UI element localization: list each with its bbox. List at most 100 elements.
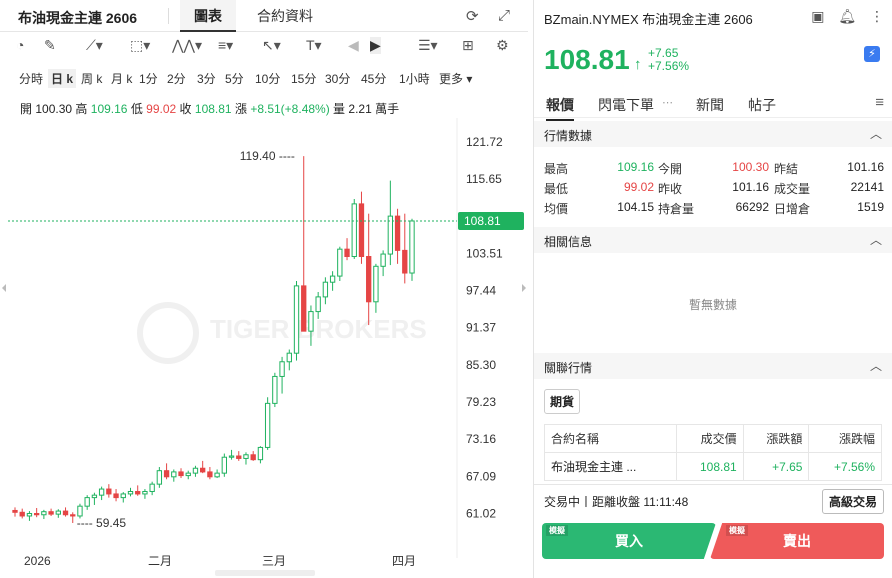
gauge-icon[interactable]: ◔ bbox=[16, 37, 24, 53]
volume-label: 量 bbox=[333, 102, 346, 116]
last-price: 108.81 bbox=[544, 44, 630, 75]
tab-chart[interactable]: 圖表 bbox=[180, 0, 236, 32]
period-option[interactable]: 1小時 bbox=[396, 69, 433, 88]
period-option[interactable]: 45分 bbox=[358, 69, 389, 88]
quote-value: 1519 bbox=[857, 200, 884, 214]
period-option[interactable]: 1分 bbox=[136, 69, 161, 88]
line-tool-icon[interactable]: ⟋▾ bbox=[86, 37, 103, 54]
scroll-left-icon[interactable]: ◀ bbox=[348, 37, 359, 54]
related-info-header[interactable]: 相關信息 ︿ bbox=[534, 227, 892, 253]
tab-posts[interactable]: 帖子 bbox=[748, 95, 776, 115]
tab-contract-info[interactable]: 合約資料 bbox=[243, 0, 327, 32]
period-option[interactable]: 2分 bbox=[164, 69, 189, 88]
candle-body bbox=[26, 513, 33, 517]
more-icon[interactable]: ⋮ bbox=[870, 8, 884, 24]
change-label: 漲 bbox=[234, 102, 247, 116]
candle-body bbox=[380, 253, 386, 267]
arrow-tool-icon[interactable]: ↖▾ bbox=[262, 37, 281, 54]
buy-label: 買入 bbox=[615, 533, 643, 549]
sell-button[interactable]: 模擬 賣出 bbox=[710, 523, 884, 559]
quote-value: 104.15 bbox=[617, 200, 654, 214]
simulated-tag: 模擬 bbox=[726, 525, 748, 536]
sell-label: 賣出 bbox=[783, 533, 811, 549]
wave-tool-icon[interactable]: ⋀⋀▾ bbox=[172, 37, 202, 54]
refresh-icon[interactable]: ⟳ bbox=[466, 7, 479, 25]
scroll-right-icon[interactable]: ▶ bbox=[370, 37, 381, 54]
advanced-trade-button[interactable]: 高級交易 bbox=[821, 489, 884, 514]
candle-body bbox=[279, 361, 285, 377]
x-tick-label: 三月 bbox=[262, 554, 286, 568]
candle-body bbox=[402, 249, 408, 274]
quote-value: 101.16 bbox=[732, 180, 769, 194]
candle-body bbox=[149, 483, 155, 492]
candle-body bbox=[337, 248, 343, 277]
text-tool-icon[interactable]: T▾ bbox=[306, 37, 322, 54]
candle-body bbox=[221, 456, 227, 474]
x-tick-label: 2026 bbox=[24, 554, 51, 568]
grid-layout-icon[interactable]: ⊞ bbox=[462, 37, 474, 54]
candle-body bbox=[351, 203, 357, 258]
flash-order-icon[interactable]: ⚡ bbox=[864, 46, 880, 62]
period-option[interactable]: 日 k bbox=[48, 69, 77, 88]
period-option[interactable]: 5分 bbox=[222, 69, 247, 88]
high-annotation: 119.40 ---- bbox=[240, 149, 295, 163]
chevron-up-icon[interactable]: ︿ bbox=[870, 231, 882, 248]
candle-body bbox=[301, 285, 307, 332]
ohlc-summary: 開 100.30 高 109.16 低 99.02 收 108.81 漲 +8.… bbox=[20, 100, 399, 117]
candle-body bbox=[135, 490, 141, 495]
fib-tool-icon[interactable]: ≡▾ bbox=[218, 37, 233, 54]
low-annotation: ---- 59.45 bbox=[77, 516, 127, 530]
candle-body bbox=[171, 471, 177, 478]
quote-value: 66292 bbox=[735, 200, 769, 214]
y-tick-label: 115.65 bbox=[466, 172, 502, 186]
chevron-up-icon[interactable]: ︿ bbox=[870, 125, 882, 142]
divider bbox=[168, 8, 169, 24]
table-row[interactable]: 布油現金主連 ... 108.81 +7.65 +7.56% bbox=[544, 452, 882, 481]
period-option[interactable]: 30分 bbox=[322, 69, 353, 88]
futures-filter-button[interactable]: 期貨 bbox=[544, 389, 581, 414]
candle-body bbox=[322, 281, 329, 298]
chart-toolbar: ◔ ✎ ⟋▾ ⬚▾ ⋀⋀▾ ≡▾ ↖▾ T▾ ◀ ▶ ☰▾ ⊞ ⚙ bbox=[0, 32, 528, 60]
quote-label: 今開 bbox=[658, 162, 683, 176]
tab-news[interactable]: 新聞 bbox=[696, 95, 724, 115]
menu-icon[interactable]: ≡ bbox=[875, 94, 884, 111]
market-data-header[interactable]: 行情數據 ︿ bbox=[534, 121, 892, 147]
draw-pen-icon[interactable]: ✎ bbox=[44, 37, 56, 54]
candle-body bbox=[106, 488, 112, 495]
col-change: 漲跌額 bbox=[742, 424, 810, 453]
candle-body bbox=[366, 256, 372, 303]
chart-svg: TIGER BROKERS121.72115.65103.5197.4491.3… bbox=[2, 118, 526, 576]
period-option[interactable]: 更多 ▾ bbox=[436, 69, 475, 88]
expand-icon[interactable]: ⤢ bbox=[498, 7, 510, 24]
quote-label: 日增倉 bbox=[774, 202, 811, 216]
high-label: 高 bbox=[75, 102, 88, 116]
candlestick-chart[interactable]: TIGER BROKERS 121.72 115.65 103.51 97.44 91.3… bbox=[0, 118, 528, 578]
tab-flash-order[interactable]: 閃電下單 bbox=[598, 95, 654, 115]
period-selector: 分時日 k周 k月 k 1分 2分 3分 5分 10分 15分 30分 45分 1小時 更多 ▾ bbox=[0, 66, 528, 88]
period-option[interactable]: 月 k bbox=[108, 69, 135, 88]
period-option[interactable]: 3分 bbox=[194, 69, 219, 88]
candle-body bbox=[156, 470, 163, 485]
candle-body bbox=[308, 311, 314, 332]
related-market-header[interactable]: 關聯行情 ︿ bbox=[534, 353, 892, 379]
list-layout-icon[interactable]: ☰▾ bbox=[418, 37, 438, 54]
bell-icon[interactable]: 🔔︎ bbox=[838, 8, 856, 24]
period-option[interactable]: 10分 bbox=[252, 69, 283, 88]
chevron-up-icon[interactable]: ︿ bbox=[870, 357, 882, 374]
period-option[interactable]: 周 k bbox=[78, 69, 105, 88]
cell-change: +7.65 bbox=[742, 452, 810, 481]
settings-icon[interactable]: ⚙ bbox=[496, 37, 509, 54]
collapse-left-icon bbox=[2, 284, 6, 292]
bookmark-icon[interactable]: ▣ bbox=[811, 8, 824, 24]
period-option[interactable]: 分時 bbox=[16, 69, 46, 88]
horizontal-scrollbar bbox=[215, 570, 315, 576]
col-last-price: 成交價 bbox=[675, 424, 744, 453]
volume-value: 2.21 萬手 bbox=[348, 102, 400, 116]
tab-quote[interactable]: 報價 bbox=[546, 95, 574, 121]
period-option[interactable]: 15分 bbox=[288, 69, 319, 88]
y-tick-label: 79.23 bbox=[466, 395, 496, 409]
no-data-text: 暫無數據 bbox=[688, 298, 737, 312]
rectangle-tool-icon[interactable]: ⬚▾ bbox=[130, 37, 150, 54]
buy-button[interactable]: 模擬 買入 bbox=[542, 523, 716, 559]
quote-value: 22141 bbox=[850, 180, 884, 194]
